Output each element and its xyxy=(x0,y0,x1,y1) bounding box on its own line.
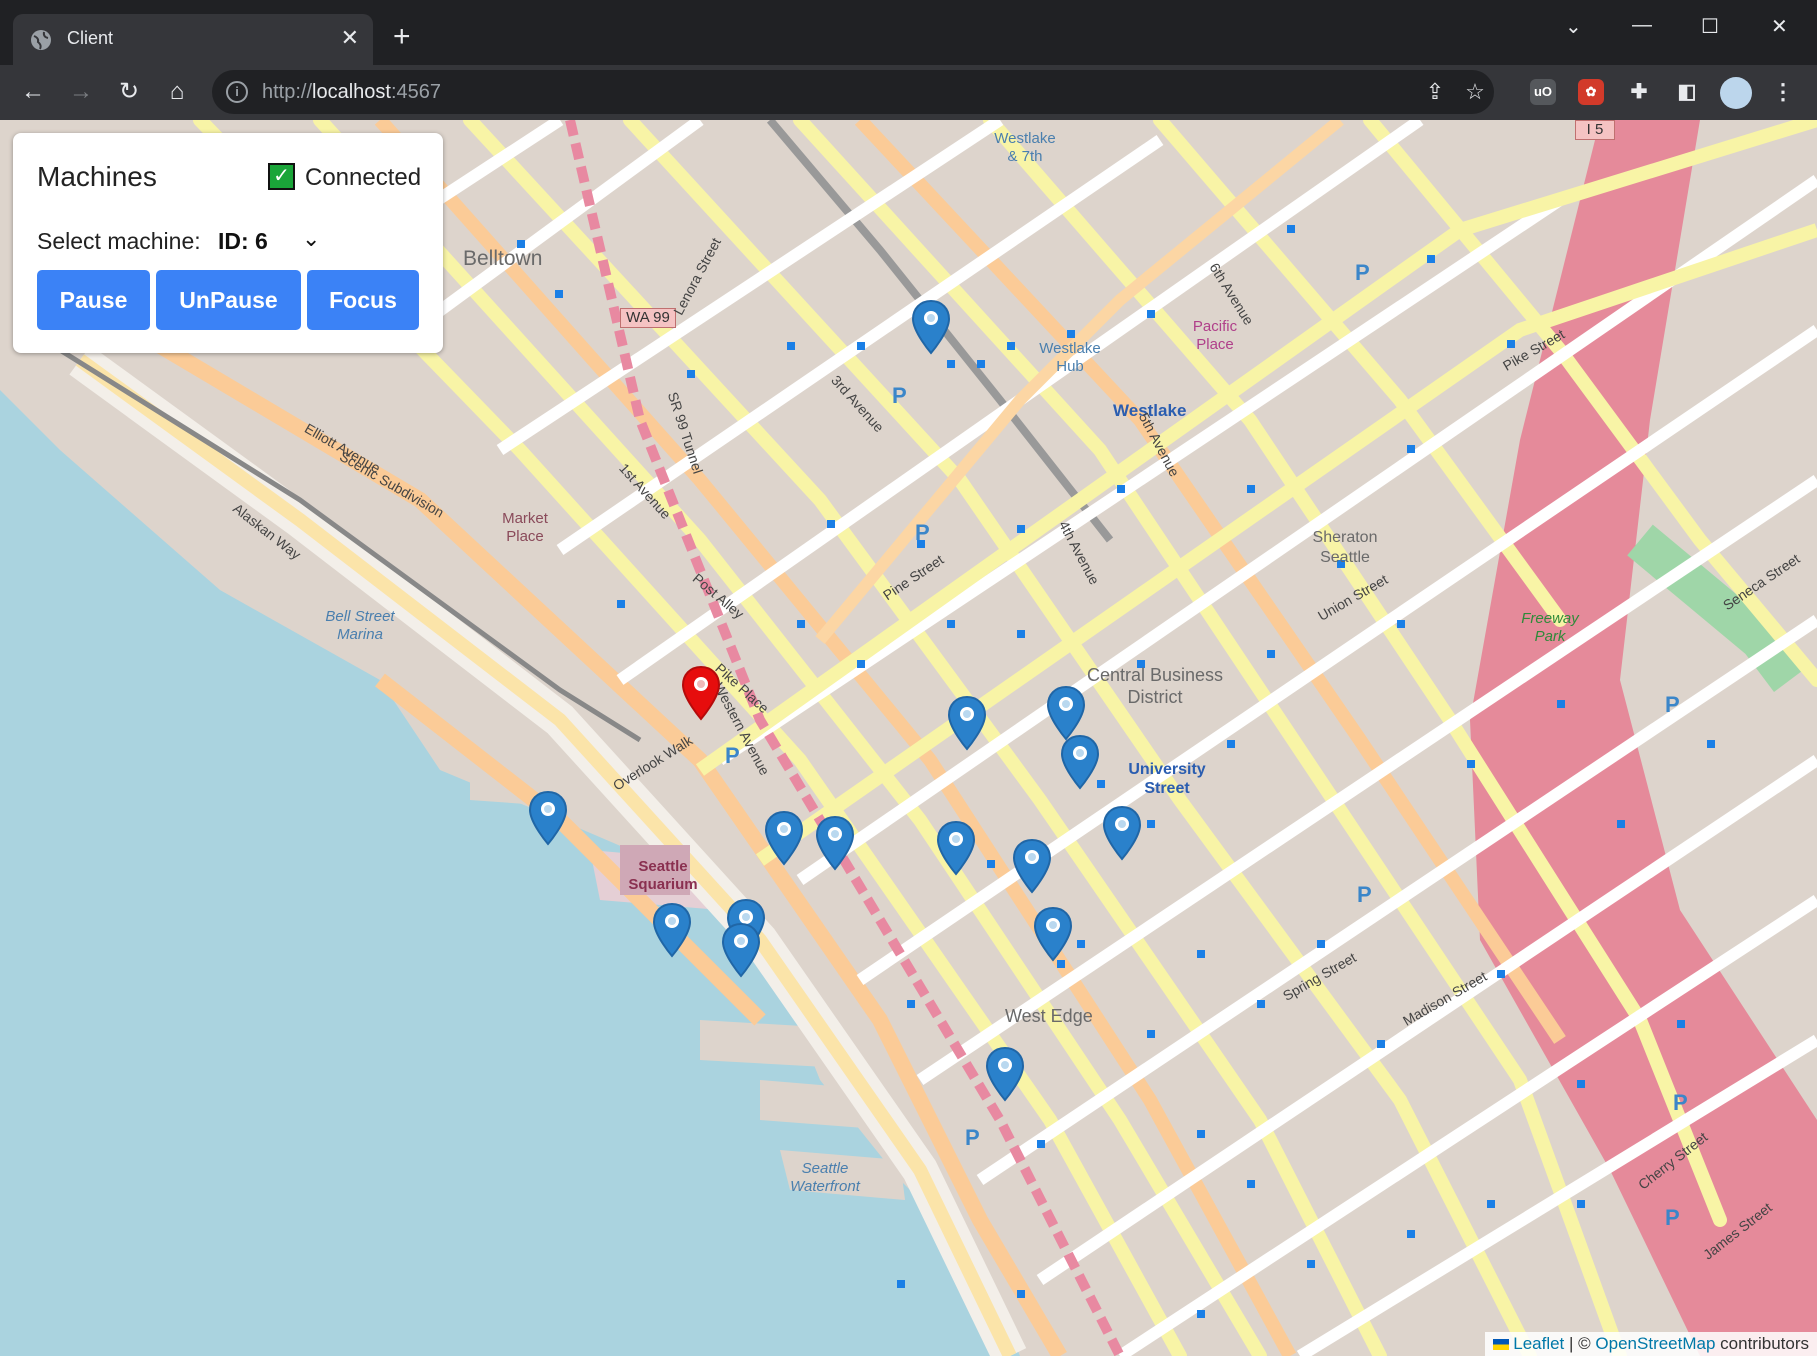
label-west-edge: West Edge xyxy=(1005,1006,1093,1026)
parking-icon: P xyxy=(725,743,740,768)
label-sheraton-seattle: Sheraton Seattle xyxy=(1312,529,1378,566)
menu-kebab-icon[interactable]: ⋮ xyxy=(1770,79,1796,105)
parking-icon: P xyxy=(1665,1205,1680,1230)
globe-icon xyxy=(31,30,51,50)
map-marker-blue[interactable] xyxy=(1012,838,1052,894)
reload-icon[interactable]: ↻ xyxy=(114,77,144,107)
site-info-icon[interactable]: i xyxy=(226,81,248,103)
parking-icon: P xyxy=(1355,260,1370,285)
label-seattle-waterfront: Seattle Waterfront xyxy=(790,1160,860,1195)
unpause-button[interactable]: UnPause xyxy=(156,270,301,330)
bookmark-star-icon[interactable]: ☆ xyxy=(1462,79,1488,105)
map-marker-blue[interactable] xyxy=(947,695,987,751)
label-bell-street-marina: Bell Street Marina xyxy=(325,608,395,643)
ukraine-flag-icon xyxy=(1492,1339,1509,1351)
close-tab-icon[interactable]: ✕ xyxy=(341,27,359,49)
map-marker-blue[interactable] xyxy=(764,810,804,866)
map-attribution: Leaflet | © OpenStreetMap contributors xyxy=(1484,1332,1817,1356)
tab-client[interactable]: Client ✕ xyxy=(13,14,373,65)
maximize-icon[interactable]: ☐ xyxy=(1701,14,1719,39)
close-window-icon[interactable]: ✕ xyxy=(1771,14,1788,39)
url-text[interactable]: http://localhost:4567 xyxy=(262,81,441,104)
pause-button[interactable]: Pause xyxy=(37,270,150,330)
parking-icon: P xyxy=(1665,692,1680,717)
map-marker-blue[interactable] xyxy=(528,790,568,846)
title-bar: Client ✕ + ⌄ — ☐ ✕ xyxy=(0,0,1817,65)
map-marker-blue[interactable] xyxy=(1046,685,1086,741)
label-westlake-7th: Westlake & 7th xyxy=(994,130,1056,165)
select-machine-label: Select machine: xyxy=(37,228,201,254)
label-i5-shield: I 5 xyxy=(1575,120,1615,140)
machine-select-value: ID: 6 xyxy=(218,228,268,254)
new-tab-icon[interactable]: + xyxy=(393,22,411,52)
attribution-separator: | © xyxy=(1569,1334,1591,1353)
back-icon[interactable]: ← xyxy=(18,77,48,107)
label-seattle-squarium: Seattle Squarium xyxy=(628,858,698,893)
chevron-down-icon: ⌄ xyxy=(302,226,321,251)
forward-icon[interactable]: → xyxy=(66,77,96,107)
map-marker-blue[interactable] xyxy=(936,820,976,876)
share-icon[interactable]: ⇪ xyxy=(1422,79,1448,105)
home-icon[interactable]: ⌂ xyxy=(162,77,192,107)
leaflet-link[interactable]: Leaflet xyxy=(1513,1334,1564,1353)
machines-panel: Machines ✓ Connected Select machine: ID:… xyxy=(13,133,443,353)
machine-select[interactable]: ID: 6 ⌄ xyxy=(218,226,328,256)
panel-title: Machines xyxy=(37,161,157,192)
label-central-business-district: Central Business District xyxy=(1086,665,1224,707)
map-marker-blue[interactable] xyxy=(652,902,692,958)
parking-icon: P xyxy=(892,383,907,408)
label-market-place: Market Place xyxy=(502,510,548,545)
label-westlake-hub: Westlake Hub xyxy=(1039,340,1101,375)
ublock-extension-icon[interactable]: uO xyxy=(1530,79,1556,105)
label-pacific-place: Pacific Place xyxy=(1192,318,1238,353)
minimize-icon[interactable]: — xyxy=(1632,14,1652,37)
map-marker-red-selected[interactable] xyxy=(681,665,721,721)
map-marker-blue[interactable] xyxy=(1102,805,1142,861)
browser-toolbar: ← → ↻ ⌂ i http://localhost:4567 ⇪ ☆ uO ✿… xyxy=(0,65,1817,120)
map-marker-blue[interactable] xyxy=(815,815,855,871)
attribution-contributors: contributors xyxy=(1720,1334,1809,1353)
parking-icon: P xyxy=(965,1125,980,1150)
parking-icon: P xyxy=(915,520,930,545)
tab-search-icon[interactable]: ⌄ xyxy=(1565,14,1582,39)
parking-icon: P xyxy=(1673,1090,1688,1115)
connected-checkbox[interactable]: ✓ xyxy=(268,163,295,190)
tab-title: Client xyxy=(67,28,114,48)
extensions-puzzle-icon[interactable]: ✚ xyxy=(1626,79,1652,105)
map-marker-blue[interactable] xyxy=(1060,734,1100,790)
side-panel-icon[interactable]: ◧ xyxy=(1674,79,1700,105)
map-marker-blue[interactable] xyxy=(1033,906,1073,962)
map-marker-blue[interactable] xyxy=(911,299,951,355)
map-marker-blue[interactable] xyxy=(985,1046,1025,1102)
label-university-street: University Street xyxy=(1128,761,1206,797)
red-extension-icon[interactable]: ✿ xyxy=(1578,79,1604,105)
label-wa-99-shield: WA 99 xyxy=(620,308,676,328)
openstreetmap-link[interactable]: OpenStreetMap xyxy=(1595,1334,1715,1353)
profile-avatar[interactable] xyxy=(1720,77,1752,109)
label-freeway-park: Freeway Park xyxy=(1521,610,1579,645)
focus-button[interactable]: Focus xyxy=(307,270,419,330)
parking-icon: P xyxy=(1357,882,1372,907)
map-marker-blue[interactable] xyxy=(721,922,761,978)
address-bar[interactable]: i http://localhost:4567 ⇪ ☆ xyxy=(212,70,1494,114)
connected-label: Connected xyxy=(305,164,422,191)
label-belltown: Belltown xyxy=(463,247,543,270)
